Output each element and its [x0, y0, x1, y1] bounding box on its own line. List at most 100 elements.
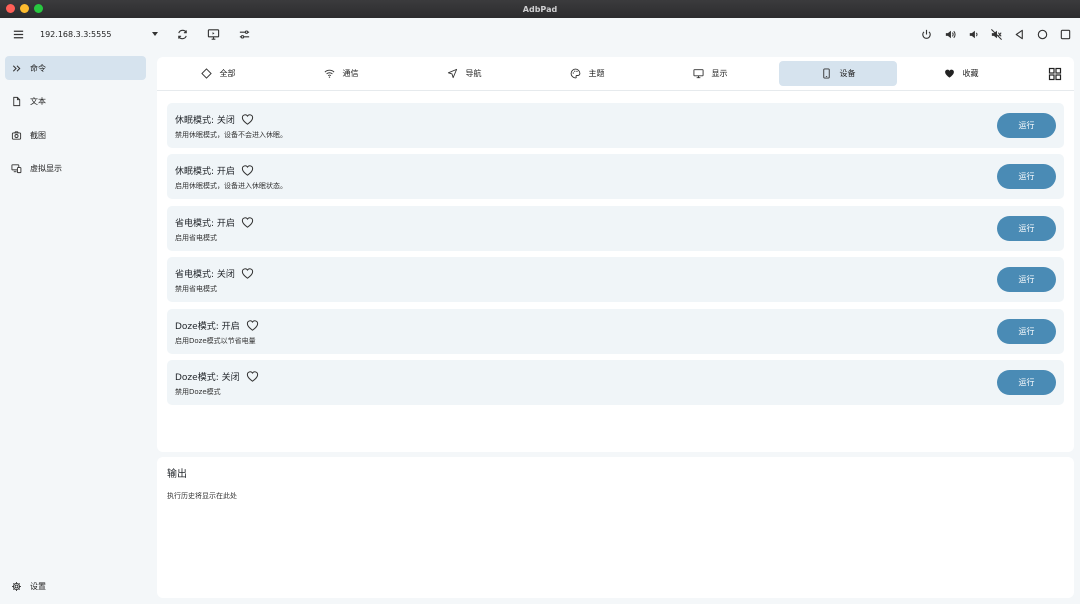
diamond-icon: [200, 68, 212, 79]
tab-all[interactable]: 全部: [159, 61, 277, 86]
recents-icon[interactable]: [1055, 24, 1075, 44]
tab-label: 显示: [711, 69, 728, 78]
heart-outline-icon[interactable]: [246, 370, 259, 383]
output-panel: 输出 执行历史将显示在此处: [157, 457, 1074, 598]
run-button[interactable]: 运行: [997, 370, 1056, 395]
chevron-down-icon: [152, 32, 158, 36]
device-select[interactable]: 192.168.3.3:5555: [40, 26, 158, 42]
command-title-row: 省电模式: 开启: [175, 216, 254, 229]
command-title-row: Doze模式: 开启: [175, 319, 259, 332]
document-icon: [13, 96, 21, 106]
power-icon[interactable]: [916, 24, 936, 44]
run-button[interactable]: 运行: [997, 164, 1056, 189]
tab-navigation[interactable]: 导航: [405, 61, 523, 86]
minimize-window-button[interactable]: [20, 4, 29, 13]
menu-icon[interactable]: [8, 24, 28, 44]
sidebar-item-commands[interactable]: 命令: [5, 56, 146, 80]
command-description: 启用省电模式: [175, 234, 217, 242]
sidebar-item-screenshot[interactable]: 截图: [5, 123, 146, 147]
home-icon[interactable]: [1032, 24, 1052, 44]
sidebar-item-settings[interactable]: 设置: [5, 574, 146, 598]
palette-icon: [570, 68, 580, 79]
command-title: 休眠模式: 开启: [175, 167, 235, 177]
command-card: 省电模式: 关闭 禁用省电模式 运行: [167, 257, 1064, 302]
phone-icon: [822, 68, 830, 79]
command-description: 禁用Doze模式: [175, 388, 221, 396]
tab-label: 主题: [588, 69, 605, 78]
tab-favorites[interactable]: 收藏: [902, 61, 1020, 86]
command-title: Doze模式: 开启: [175, 322, 240, 332]
camera-icon: [11, 130, 22, 140]
heart-outline-icon[interactable]: [241, 216, 254, 229]
sidebar-item-label: 截图: [30, 130, 46, 140]
top-toolbar: 192.168.3.3:5555: [0, 18, 1080, 50]
tab-label: 导航: [465, 69, 482, 78]
zoom-window-button[interactable]: [34, 4, 43, 13]
command-title: 休眠模式: 关闭: [175, 116, 235, 126]
run-button[interactable]: 运行: [997, 319, 1056, 344]
close-window-button[interactable]: [6, 4, 15, 13]
wifi-icon: [324, 69, 334, 78]
run-button[interactable]: 运行: [997, 216, 1056, 241]
volume-up-icon[interactable]: [940, 24, 960, 44]
command-title: 省电模式: 开启: [175, 219, 235, 229]
command-title-row: Doze模式: 关闭: [175, 370, 259, 383]
command-title: Doze模式: 关闭: [175, 373, 240, 383]
tab-label: 设备: [839, 69, 856, 78]
command-card: Doze模式: 关闭 禁用Doze模式 运行: [167, 360, 1064, 405]
command-title-row: 省电模式: 关闭: [175, 267, 254, 280]
heart-outline-icon[interactable]: [241, 113, 254, 126]
command-description: 启用休眠模式，设备进入休眠状态。: [175, 182, 287, 190]
output-placeholder: 执行历史将显示在此处: [167, 492, 237, 500]
sidebar-item-label: 虚拟显示: [30, 163, 62, 173]
category-tabs: 全部 通信 导航 主题 显示 设备 收藏: [157, 57, 1074, 91]
run-button[interactable]: 运行: [997, 113, 1056, 138]
navigation-icon: [447, 68, 457, 79]
command-title-row: 休眠模式: 开启: [175, 164, 254, 177]
heart-outline-icon[interactable]: [246, 319, 259, 332]
tab-label: 全部: [219, 69, 236, 78]
gear-icon: [12, 581, 21, 591]
tab-theme[interactable]: 主题: [528, 61, 646, 86]
run-button[interactable]: 运行: [997, 267, 1056, 292]
volume-down-icon[interactable]: [963, 24, 983, 44]
command-card: 休眠模式: 关闭 禁用休眠模式，设备不会进入休眠。 运行: [167, 103, 1064, 148]
window-titlebar: AdbPad: [0, 0, 1080, 18]
chevrons-right-icon: [12, 64, 21, 72]
screen-cast-icon[interactable]: [203, 24, 223, 44]
heart-outline-icon[interactable]: [241, 267, 254, 280]
tab-display[interactable]: 显示: [651, 61, 769, 86]
devices-icon: [11, 163, 22, 173]
command-title-row: 休眠模式: 关闭: [175, 113, 254, 126]
sidebar-item-virtual-display[interactable]: 虚拟显示: [5, 156, 146, 180]
command-card: Doze模式: 开启 启用Doze模式以节省电量 运行: [167, 309, 1064, 354]
command-card: 省电模式: 开启 启用省电模式 运行: [167, 206, 1064, 251]
tab-device[interactable]: 设备: [779, 61, 897, 86]
heart-filled-icon: [944, 69, 954, 78]
grid-view-icon[interactable]: [1048, 66, 1062, 81]
output-title: 输出: [167, 469, 187, 480]
command-description: 禁用休眠模式，设备不会进入休眠。: [175, 131, 287, 139]
tab-label: 通信: [342, 69, 359, 78]
device-address: 192.168.3.3:5555: [40, 29, 112, 39]
sidebar-item-label: 命令: [30, 63, 46, 73]
commands-panel: 全部 通信 导航 主题 显示 设备 收藏 休眠模式: 关闭 禁用休眠模式，设备不…: [157, 57, 1074, 452]
sidebar-item-label: 设置: [30, 581, 46, 591]
tab-communication[interactable]: 通信: [282, 61, 400, 86]
command-title: 省电模式: 关闭: [175, 270, 235, 280]
heart-outline-icon[interactable]: [241, 164, 254, 177]
command-description: 禁用省电模式: [175, 285, 217, 293]
sliders-icon[interactable]: [234, 24, 254, 44]
volume-mute-icon[interactable]: [986, 24, 1006, 44]
sidebar: 命令 文本 截图 虚拟显示 设置: [0, 50, 152, 604]
refresh-icon[interactable]: [172, 24, 192, 44]
sidebar-item-label: 文本: [30, 96, 46, 106]
command-card: 休眠模式: 开启 启用休眠模式，设备进入休眠状态。 运行: [167, 154, 1064, 199]
sidebar-item-text[interactable]: 文本: [5, 89, 146, 113]
tab-label: 收藏: [962, 69, 979, 78]
monitor-icon: [692, 69, 704, 79]
window-controls: [6, 4, 43, 13]
window-title: AdbPad: [522, 4, 558, 14]
back-icon[interactable]: [1009, 24, 1029, 44]
command-description: 启用Doze模式以节省电量: [175, 337, 256, 345]
